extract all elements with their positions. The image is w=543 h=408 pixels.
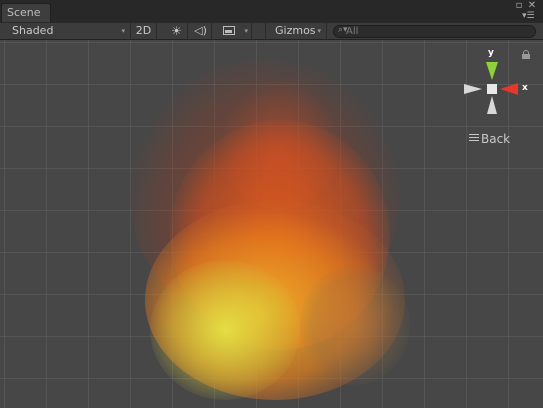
neg-y-axis-cone [487,96,497,114]
chevron-down-icon: ▾ [244,27,248,35]
tab-scene-label: Scene [7,6,41,19]
fire-particle-hot-spot [150,260,300,400]
orientation-gizmo-graphic [464,62,518,114]
image-icon [223,26,235,35]
draw-mode-label: Shaded [12,24,54,37]
y-axis-cone [486,62,498,80]
fire-particle-smoke [300,265,410,385]
search-input[interactable] [346,25,531,37]
chevron-down-icon: ▾ [317,27,321,35]
scene-audio-toggle[interactable]: ◁) [190,23,212,40]
2d-mode-label: 2D [135,24,152,37]
maximize-icon[interactable]: ▫ [514,1,524,11]
gizmos-dropdown[interactable]: Gizmos ▾ [265,23,327,40]
editor-tab-bar: Scene ▫ ✕ ▾☰ [0,0,543,22]
menu-lines-icon [469,134,479,142]
gizmos-label: Gizmos [275,24,316,37]
2d-mode-button[interactable]: 2D [131,23,157,40]
scene-viewport[interactable]: y x Back [0,40,543,408]
x-axis-cone [500,83,518,95]
chevron-down-icon: ▾ [121,27,125,35]
neg-x-axis-cone [464,84,482,94]
orientation-gizmo[interactable]: y x [460,48,530,128]
sun-icon: ☀ [171,24,182,38]
scene-effects-dropdown[interactable]: ▾ [218,23,252,40]
tab-scene[interactable]: Scene [1,3,51,22]
tab-menu-icon[interactable]: ▾☰ [522,11,538,21]
speaker-icon: ◁) [194,24,207,37]
scene-lighting-toggle[interactable]: ☀ [166,23,188,40]
scene-search: ⌕▾ [333,25,536,38]
x-axis-label: x [522,83,528,93]
close-icon[interactable]: ✕ [527,1,537,11]
back-button[interactable]: Back [469,132,510,146]
scene-toolbar: Shaded ▾ 2D ☀ ◁) ▾ Gizmos ▾ ⌕▾ [0,22,543,40]
draw-mode-dropdown[interactable]: Shaded ▾ [0,23,131,40]
gizmo-center-cube [487,84,497,94]
y-axis-label: y [488,48,494,58]
back-label: Back [481,132,511,146]
